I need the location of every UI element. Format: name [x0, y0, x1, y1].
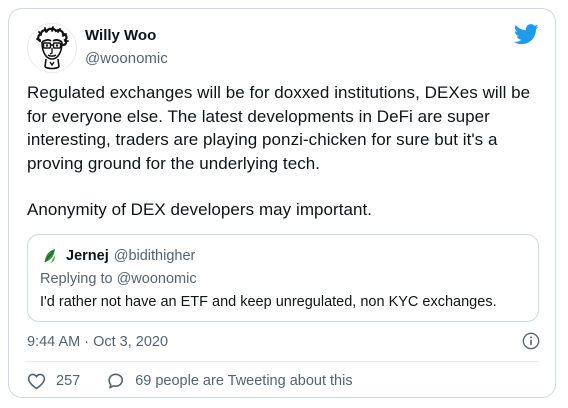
author-name[interactable]: Willy Woo [85, 26, 168, 45]
conversation-label: 69 people are Tweeting about this [135, 373, 353, 389]
quoted-tweet-text: I'd rather not have an ETF and keep unre… [40, 294, 497, 310]
divider [25, 361, 539, 362]
tweet-timestamp[interactable]: 9:44 AM · Oct 3, 2020 [27, 334, 168, 350]
tweet-actions: 257 69 people are Tweeting about this [27, 372, 353, 390]
tweet-paragraph: Regulated exchanges will be for doxxed i… [27, 83, 531, 173]
quoted-tweet-header: Jernej @bidithigher [40, 246, 195, 266]
tweet-body: Regulated exchanges will be for doxxed i… [27, 81, 542, 222]
replying-to-label: Replying to @woonomic [40, 271, 197, 287]
twitter-bird-icon[interactable] [514, 24, 539, 45]
leaf-avatar-image [40, 246, 60, 266]
author-avatar[interactable] [27, 23, 77, 73]
avatar-sketch-image [36, 26, 69, 70]
comment-icon [108, 373, 124, 389]
conversation-link[interactable]: 69 people are Tweeting about this [106, 372, 353, 390]
quoted-author-handle[interactable]: @bidithigher [114, 248, 196, 264]
tweet-card: Willy Woo @woonomic Regulated exchanges … [8, 8, 556, 398]
quoted-author-avatar[interactable] [40, 246, 60, 266]
tweet-paragraph: Anonymity of DEX developers may importan… [27, 200, 373, 219]
quoted-author-name[interactable]: Jernej [66, 248, 109, 264]
quoted-tweet[interactable]: Jernej @bidithigher Replying to @woonomi… [27, 234, 539, 322]
heart-icon [27, 373, 46, 390]
author-block[interactable]: Willy Woo @woonomic [85, 26, 168, 68]
info-icon[interactable] [522, 332, 540, 350]
author-handle[interactable]: @woonomic [85, 49, 168, 68]
like-count: 257 [56, 373, 81, 389]
like-button[interactable]: 257 [27, 372, 80, 390]
